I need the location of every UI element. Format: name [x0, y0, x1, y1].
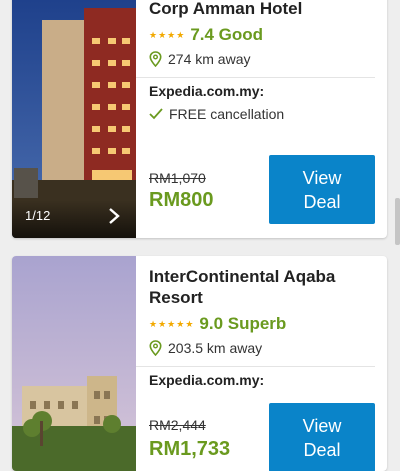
star-icon: ★	[149, 30, 158, 40]
location-pin-icon	[149, 51, 162, 67]
provider-name: Expedia.com.my:	[149, 372, 265, 388]
hotel-card[interactable]: 1/12 Corp Amman Hotel ★ ★ ★ ★ 7.4 Good 2…	[12, 0, 387, 238]
hotel-card[interactable]: InterContinental Aqaba Resort ★ ★ ★ ★ ★ …	[12, 256, 387, 471]
view-deal-label-line2: Deal	[303, 439, 341, 460]
deal-price: RM1,733	[149, 438, 231, 460]
star-icon: ★	[176, 319, 185, 329]
star-icon: ★	[167, 30, 176, 40]
distance-row: 274 km away	[149, 51, 375, 67]
hotel-name[interactable]: Corp Amman Hotel	[149, 0, 375, 19]
view-deal-label-line1: View	[302, 167, 342, 188]
star-icon: ★	[167, 319, 176, 329]
review-score: 9.0 Superb	[199, 314, 287, 333]
photo-counter: 1/12	[25, 208, 51, 223]
check-icon	[149, 108, 163, 120]
hotel-photo[interactable]: 1/12	[12, 0, 136, 238]
distance-text: 203.5 km away	[168, 340, 263, 356]
divider	[136, 77, 375, 78]
star-rating: ★ ★ ★ ★ ★	[149, 319, 193, 329]
view-deal-button[interactable]: View Deal	[269, 155, 375, 224]
deal-price: RM800	[149, 189, 214, 211]
hotel-info: Corp Amman Hotel ★ ★ ★ ★ 7.4 Good 274 km…	[136, 0, 375, 122]
rating-row: ★ ★ ★ ★ 7.4 Good	[149, 25, 375, 45]
star-icon: ★	[185, 319, 194, 329]
scrollbar[interactable]	[395, 198, 400, 245]
view-deal-label-line1: View	[302, 415, 342, 436]
star-icon: ★	[158, 319, 167, 329]
location-pin-icon	[149, 340, 162, 356]
distance-row: 203.5 km away	[149, 340, 375, 356]
star-icon: ★	[176, 30, 185, 40]
star-rating: ★ ★ ★ ★	[149, 30, 184, 40]
star-icon: ★	[158, 30, 167, 40]
cancellation-text: FREE cancellation	[169, 106, 285, 122]
provider-name: Expedia.com.my:	[149, 83, 265, 99]
original-price: RM2,444	[149, 417, 206, 433]
review-score: 7.4 Good	[190, 25, 264, 44]
star-icon: ★	[149, 319, 158, 329]
view-deal-label-line2: Deal	[303, 191, 341, 212]
cancellation-row: FREE cancellation	[149, 106, 375, 122]
distance-text: 274 km away	[168, 51, 251, 67]
hotel-info: InterContinental Aqaba Resort ★ ★ ★ ★ ★ …	[136, 266, 375, 388]
divider	[136, 366, 375, 367]
hotel-photo[interactable]	[12, 256, 136, 471]
hotel-photo-image	[12, 256, 136, 471]
chevron-right-icon[interactable]	[106, 206, 122, 226]
hotel-name[interactable]: InterContinental Aqaba Resort	[149, 266, 375, 308]
photo-counter-bar: 1/12	[12, 200, 136, 238]
original-price: RM1,070	[149, 170, 206, 186]
rating-row: ★ ★ ★ ★ ★ 9.0 Superb	[149, 314, 375, 334]
